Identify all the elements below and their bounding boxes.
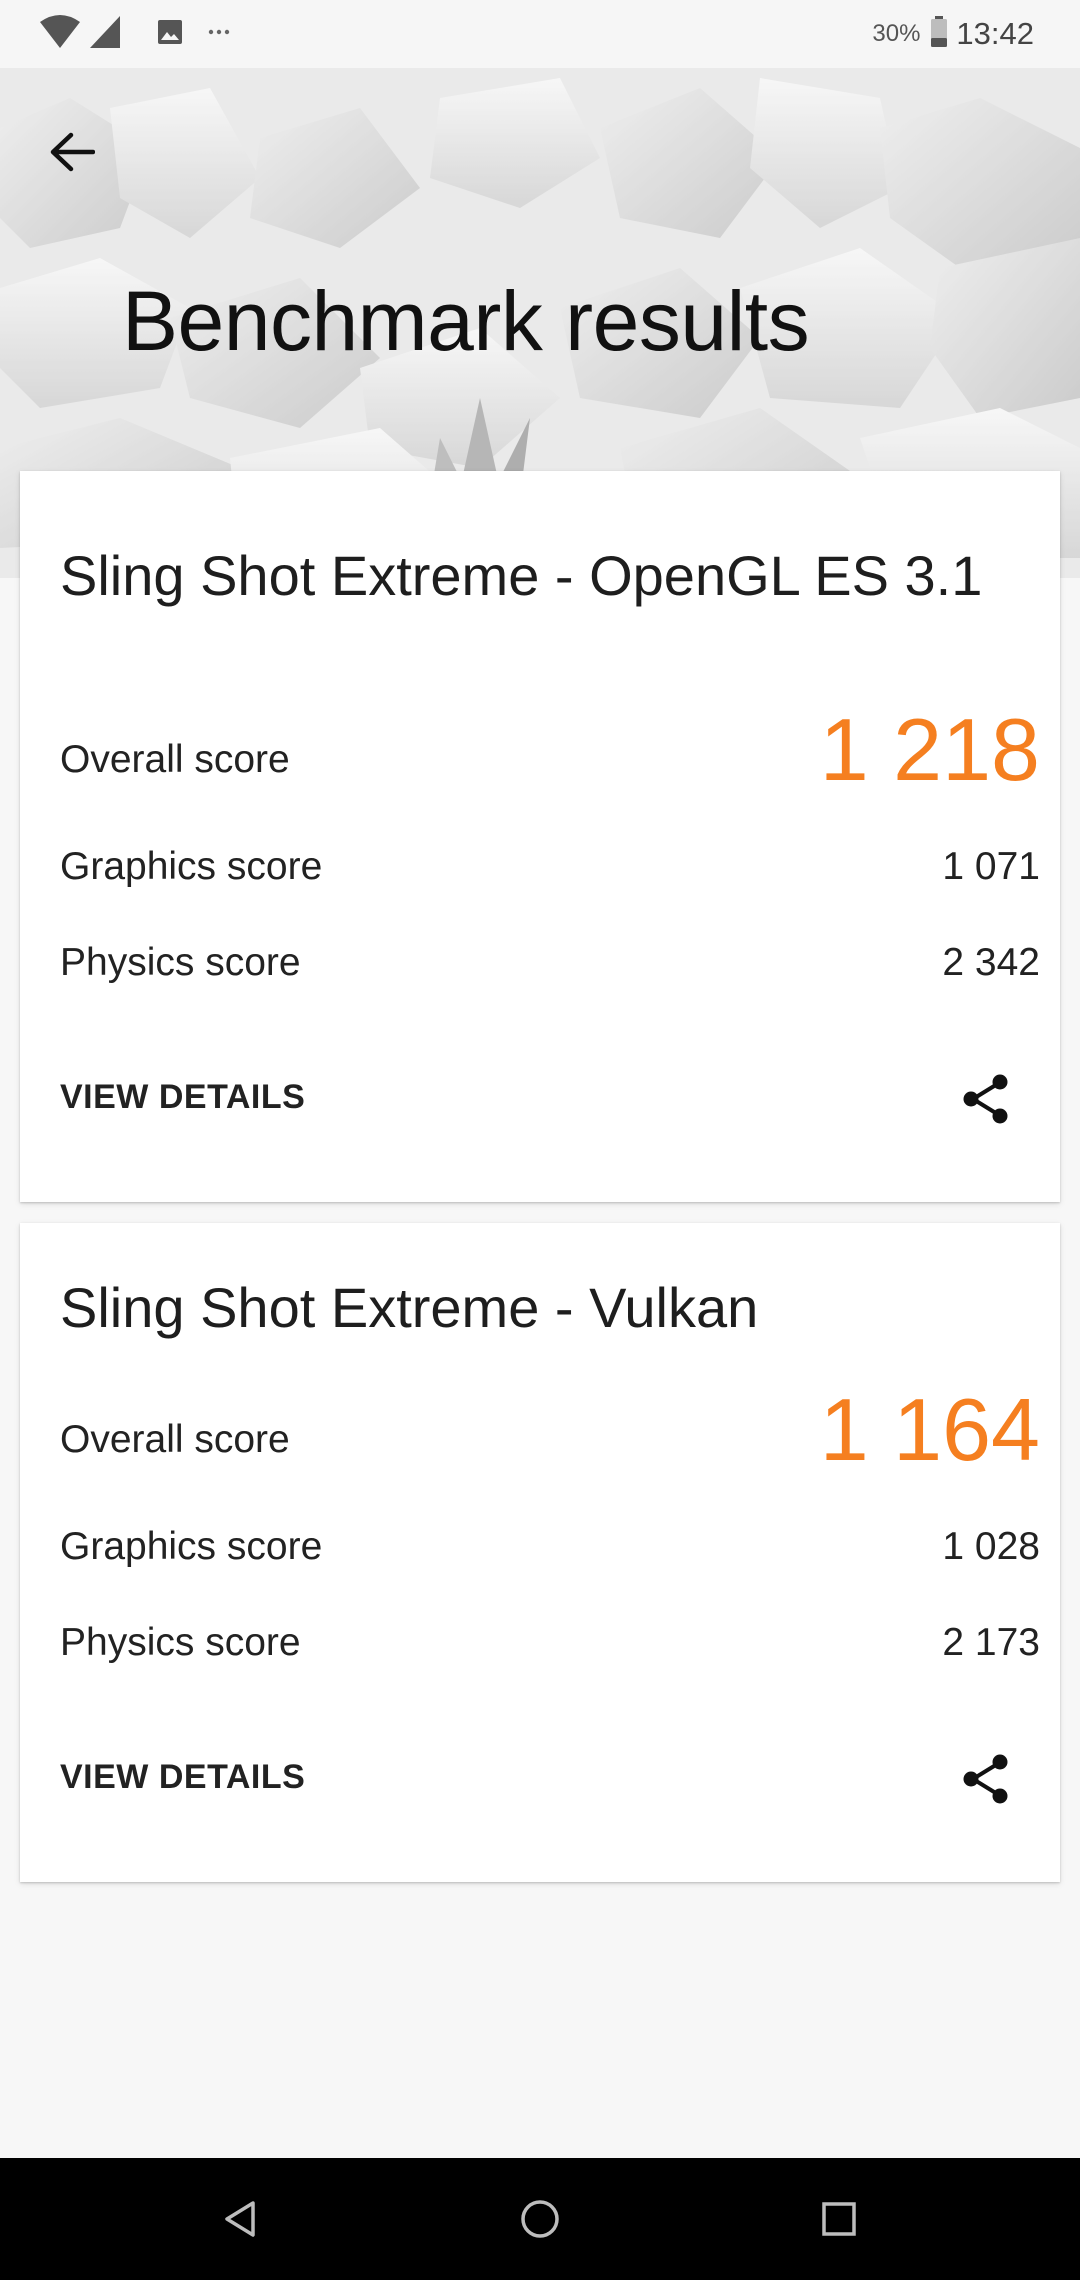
overall-score-value: 1 218 — [819, 700, 1040, 799]
clock: 13:42 — [956, 16, 1034, 51]
share-icon — [963, 1074, 1008, 1124]
overall-score-value: 1 164 — [819, 1380, 1040, 1479]
graphics-score-value: 1 028 — [942, 1525, 1040, 1568]
graphics-score-label: Graphics score — [60, 1525, 323, 1568]
test-name: Sling Shot Extreme - OpenGL ES 3.1 — [60, 544, 983, 607]
physics-score-row: Physics score 2 342 — [60, 933, 1040, 993]
result-card-opengl: Sling Shot Extreme - OpenGL ES 3.1 Overa… — [20, 471, 1060, 1202]
graphics-score-value: 1 071 — [942, 845, 1040, 888]
graphics-score-row: Graphics score 1 071 — [60, 837, 1040, 897]
nav-home-button[interactable] — [505, 2184, 575, 2254]
image-notification-icon — [156, 18, 184, 46]
view-details-button[interactable]: VIEW DETAILS — [60, 1758, 305, 1797]
nav-recents-button[interactable] — [804, 2184, 874, 2254]
share-icon — [963, 1754, 1008, 1804]
wifi-icon — [38, 14, 82, 50]
navigation-bar — [0, 2158, 1080, 2280]
page-title: Benchmark results — [122, 274, 810, 368]
status-icons-left — [38, 14, 230, 50]
back-button[interactable] — [30, 110, 114, 194]
overall-score-label: Overall score — [60, 738, 290, 781]
nav-back-button[interactable] — [206, 2184, 276, 2254]
graphics-score-row: Graphics score 1 028 — [60, 1517, 1040, 1577]
overall-score-label: Overall score — [60, 1418, 290, 1461]
share-button[interactable] — [954, 1747, 1018, 1811]
physics-score-value: 2 342 — [942, 941, 1040, 984]
back-triangle-icon — [225, 2201, 255, 2237]
share-button[interactable] — [954, 1067, 1018, 1131]
physics-score-label: Physics score — [60, 941, 301, 984]
physics-score-label: Physics score — [60, 1621, 301, 1664]
overall-score-row: Overall score 1 218 — [60, 706, 1040, 794]
status-bar: 30% 13:42 — [0, 0, 1080, 68]
home-circle-icon — [521, 2200, 559, 2238]
physics-score-value: 2 173 — [942, 1621, 1040, 1664]
battery-icon — [930, 15, 948, 53]
arrow-left-icon — [50, 132, 95, 172]
battery-percent: 30% — [872, 20, 921, 47]
benchmark-results-screen: 30% 13:42 Benchmark results Sling Shot E… — [0, 0, 1080, 2280]
recents-square-icon — [822, 2202, 856, 2236]
signal-icon — [88, 14, 122, 50]
more-notifications-icon — [208, 27, 230, 37]
status-icons-right: 30% 13:42 — [872, 14, 1034, 54]
overall-score-row: Overall score 1 164 — [60, 1386, 1040, 1474]
graphics-score-label: Graphics score — [60, 845, 323, 888]
result-card-vulkan: Sling Shot Extreme - Vulkan Overall scor… — [20, 1223, 1060, 1882]
test-name: Sling Shot Extreme - Vulkan — [60, 1276, 759, 1339]
physics-score-row: Physics score 2 173 — [60, 1613, 1040, 1673]
view-details-button[interactable]: VIEW DETAILS — [60, 1078, 305, 1117]
